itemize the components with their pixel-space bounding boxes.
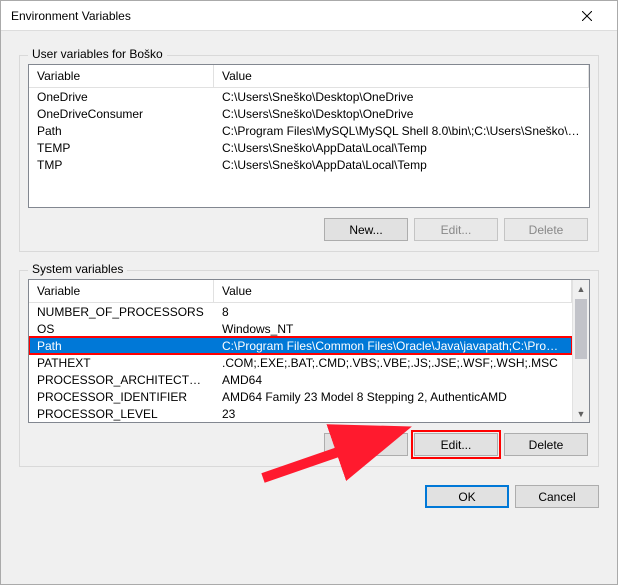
close-button[interactable]: [565, 2, 609, 30]
cell-variable: PATHEXT: [29, 355, 214, 371]
close-icon: [582, 11, 592, 21]
user-vars-listbox[interactable]: Variable Value OneDriveC:\Users\Sneško\D…: [28, 64, 590, 208]
col-header-variable[interactable]: Variable: [29, 280, 214, 302]
scroll-down-icon[interactable]: ▼: [573, 405, 589, 422]
user-new-button[interactable]: New...: [324, 218, 408, 241]
env-vars-dialog: Environment Variables User variables for…: [0, 0, 618, 585]
table-row[interactable]: OSWindows_NT: [29, 320, 572, 337]
cell-value: C:\Program Files\MySQL\MySQL Shell 8.0\b…: [214, 123, 589, 139]
table-row[interactable]: OneDriveConsumerC:\Users\Sneško\Desktop\…: [29, 105, 589, 122]
col-header-variable[interactable]: Variable: [29, 65, 214, 87]
cell-variable: OneDriveConsumer: [29, 106, 214, 122]
cell-value: AMD64 Family 23 Model 8 Stepping 2, Auth…: [214, 389, 572, 405]
cell-variable: TEMP: [29, 140, 214, 156]
table-row[interactable]: TEMPC:\Users\Sneško\AppData\Local\Temp: [29, 139, 589, 156]
scroll-up-icon[interactable]: ▲: [573, 280, 589, 297]
cell-value: C:\Users\Sneško\Desktop\OneDrive: [214, 106, 589, 122]
table-row[interactable]: NUMBER_OF_PROCESSORS8: [29, 303, 572, 320]
col-header-value[interactable]: Value: [214, 280, 572, 302]
ok-button[interactable]: OK: [425, 485, 509, 508]
user-vars-header: Variable Value: [29, 65, 589, 88]
col-header-value[interactable]: Value: [214, 65, 589, 87]
sys-delete-button[interactable]: Delete: [504, 433, 588, 456]
user-vars-label: User variables for Boško: [28, 47, 167, 61]
cell-variable: OS: [29, 321, 214, 337]
cell-value: C:\Users\Sneško\AppData\Local\Temp: [214, 157, 589, 173]
user-delete-button[interactable]: Delete: [504, 218, 588, 241]
user-edit-button[interactable]: Edit...: [414, 218, 498, 241]
cell-value: .COM;.EXE;.BAT;.CMD;.VBS;.VBE;.JS;.JSE;.…: [214, 355, 572, 371]
cell-variable: NUMBER_OF_PROCESSORS: [29, 304, 214, 320]
cell-variable: PROCESSOR_LEVEL: [29, 406, 214, 422]
table-row[interactable]: TMPC:\Users\Sneško\AppData\Local\Temp: [29, 156, 589, 173]
user-vars-group: User variables for Boško Variable Value …: [19, 55, 599, 252]
cell-variable: PROCESSOR_ARCHITECTURE: [29, 372, 214, 388]
cell-value: Windows_NT: [214, 321, 572, 337]
sys-vars-header: Variable Value: [29, 280, 572, 303]
sys-edit-button[interactable]: Edit...: [414, 433, 498, 456]
table-row[interactable]: PathC:\Program Files\Common Files\Oracle…: [29, 337, 572, 354]
cell-variable: Path: [29, 338, 214, 354]
table-row[interactable]: PROCESSOR_ARCHITECTUREAMD64: [29, 371, 572, 388]
sys-vars-label: System variables: [28, 262, 127, 276]
sys-vars-listbox[interactable]: Variable Value NUMBER_OF_PROCESSORS8OSWi…: [28, 279, 590, 423]
table-row[interactable]: OneDriveC:\Users\Sneško\Desktop\OneDrive: [29, 88, 589, 105]
cell-value: 8: [214, 304, 572, 320]
scroll-thumb[interactable]: [575, 299, 587, 359]
client-area: User variables for Boško Variable Value …: [1, 31, 617, 584]
cell-variable: TMP: [29, 157, 214, 173]
sys-vars-group: System variables Variable Value NUMBER_O…: [19, 270, 599, 467]
sys-new-button[interactable]: New...: [324, 433, 408, 456]
window-title: Environment Variables: [11, 9, 131, 23]
cell-variable: Path: [29, 123, 214, 139]
table-row[interactable]: PROCESSOR_LEVEL23: [29, 405, 572, 422]
cell-value: AMD64: [214, 372, 572, 388]
table-row[interactable]: PROCESSOR_IDENTIFIERAMD64 Family 23 Mode…: [29, 388, 572, 405]
scroll-track[interactable]: [573, 297, 589, 405]
titlebar: Environment Variables: [1, 1, 617, 31]
cell-value: C:\Users\Sneško\AppData\Local\Temp: [214, 140, 589, 156]
sys-vars-scrollbar[interactable]: ▲ ▼: [572, 280, 589, 422]
cell-value: C:\Program Files\Common Files\Oracle\Jav…: [214, 338, 572, 354]
cell-variable: PROCESSOR_IDENTIFIER: [29, 389, 214, 405]
cancel-button[interactable]: Cancel: [515, 485, 599, 508]
table-row[interactable]: PATHEXT.COM;.EXE;.BAT;.CMD;.VBS;.VBE;.JS…: [29, 354, 572, 371]
cell-variable: OneDrive: [29, 89, 214, 105]
table-row[interactable]: PathC:\Program Files\MySQL\MySQL Shell 8…: [29, 122, 589, 139]
cell-value: C:\Users\Sneško\Desktop\OneDrive: [214, 89, 589, 105]
cell-value: 23: [214, 406, 572, 422]
